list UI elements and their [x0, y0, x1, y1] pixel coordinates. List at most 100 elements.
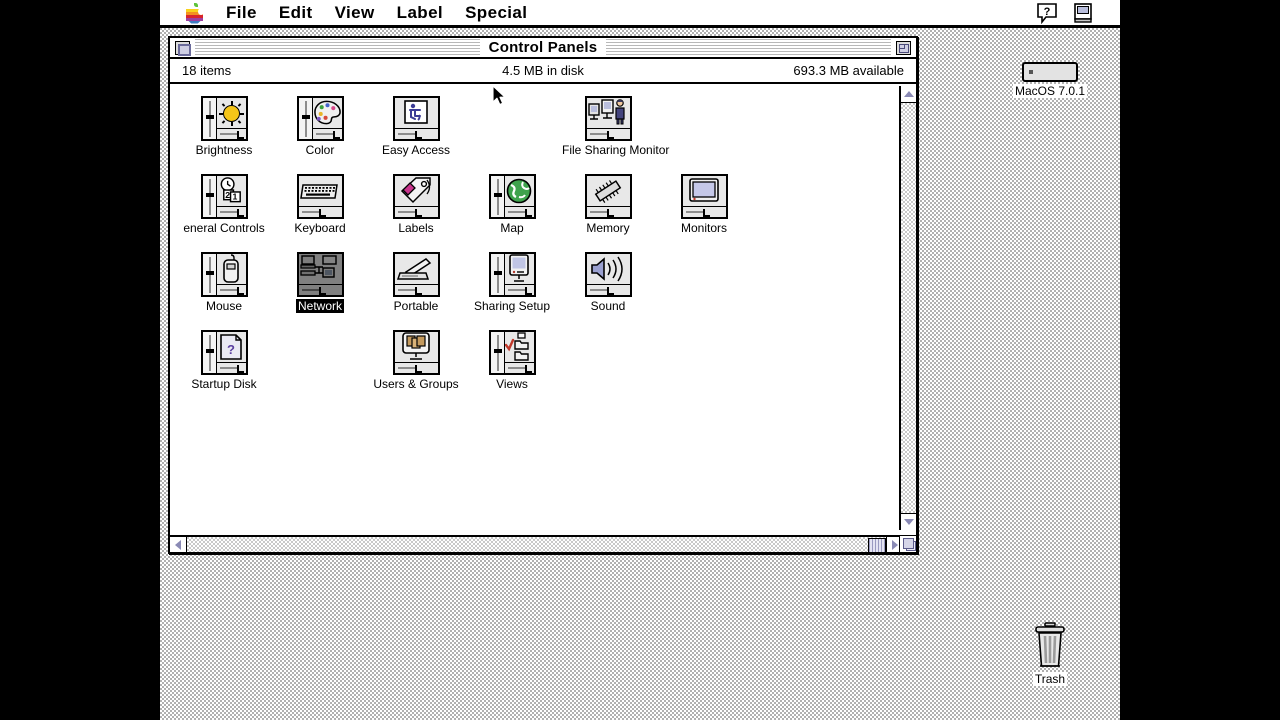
memory-icon — [584, 174, 632, 219]
desktop-icon-hard-disk[interactable]: MacOS 7.0.1 — [1005, 62, 1095, 100]
svg-text:1: 1 — [232, 192, 237, 202]
icon-label: Startup Disk — [189, 377, 259, 391]
icon-brightness[interactable]: Brightness — [176, 96, 272, 159]
grow-box-handle[interactable] — [899, 535, 916, 552]
menu-edit[interactable]: Edit — [268, 0, 324, 25]
icon-label: Brightness — [193, 143, 255, 157]
icon-sound[interactable]: Sound — [560, 252, 656, 315]
icon-network[interactable]: Network — [272, 252, 368, 315]
apple-menu-button[interactable] — [160, 2, 215, 24]
mac-desktop: File Edit View Label Special ? MacOS 7.0… — [160, 0, 1120, 720]
disk-used-label: 4.5 MB in disk — [502, 63, 584, 78]
icon-monitors[interactable]: Monitors — [656, 174, 752, 237]
menu-label[interactable]: Label — [386, 0, 454, 25]
keyboard-icon — [296, 174, 344, 219]
icon-mouse[interactable]: Mouse — [176, 252, 272, 315]
icon-grid-area[interactable]: Brightness Color Easy Access File Sharin… — [170, 86, 886, 530]
horizontal-scroll-track[interactable] — [187, 537, 886, 552]
menu-bar-items: File Edit View Label Special — [160, 0, 538, 25]
icon-general-controls[interactable]: 2 1 eneral Controls — [176, 174, 272, 237]
icon-labels[interactable]: Labels — [368, 174, 464, 237]
icon-keyboard[interactable]: Keyboard — [272, 174, 368, 237]
color-icon — [296, 96, 344, 141]
horizontal-scroll-thumb[interactable] — [868, 538, 886, 553]
menu-bar-status-icons: ? — [1036, 2, 1120, 24]
icon-label: Labels — [396, 221, 436, 235]
icon-portable[interactable]: Portable — [368, 252, 464, 315]
scroll-down-button[interactable] — [901, 513, 916, 530]
hard-disk-label: MacOS 7.0.1 — [1012, 84, 1088, 98]
arrow-up-icon — [903, 91, 914, 97]
views-icon — [488, 330, 536, 375]
labels-icon — [392, 174, 440, 219]
icon-label: Sharing Setup — [471, 299, 553, 313]
icon-label: Network — [295, 299, 344, 313]
arrow-down-icon — [903, 519, 914, 525]
map-icon — [488, 174, 536, 219]
zoom-box-button[interactable] — [896, 40, 911, 55]
scroll-up-button[interactable] — [901, 86, 916, 103]
horizontal-scrollbar[interactable] — [170, 535, 903, 553]
title-bar-stripes-left — [195, 38, 480, 57]
icon-label: eneral Controls — [181, 221, 267, 235]
sound-icon — [584, 252, 632, 297]
title-bar-stripes-right — [606, 38, 891, 57]
icon-label: File Sharing Monitor — [560, 143, 672, 157]
help-balloon-icon[interactable]: ? — [1036, 2, 1058, 24]
hard-disk-icon — [1022, 62, 1078, 82]
control-panels-window[interactable]: Control Panels 18 items 4.5 MB in disk 6… — [168, 36, 918, 554]
disk-available-label: 693.3 MB available — [793, 63, 904, 78]
apple-logo-icon — [186, 2, 204, 24]
mouse-icon — [200, 252, 248, 297]
item-count-label: 18 items — [182, 63, 232, 78]
arrow-left-icon — [175, 539, 181, 550]
icon-label: Portable — [391, 299, 441, 313]
scroll-left-button[interactable] — [170, 537, 187, 552]
icon-users-groups[interactable]: Users & Groups — [368, 330, 464, 393]
application-finder-icon[interactable] — [1072, 2, 1094, 24]
menu-view[interactable]: View — [324, 0, 386, 25]
icon-file-sharing-monitor[interactable]: File Sharing Monitor — [560, 96, 672, 159]
icon-label: Views — [494, 377, 530, 391]
trash-can-icon — [1030, 622, 1070, 670]
menu-special[interactable]: Special — [454, 0, 538, 25]
window-status-bar: 18 items 4.5 MB in disk 693.3 MB availab… — [170, 59, 916, 84]
icon-memory[interactable]: Memory — [560, 174, 656, 237]
icon-label: Map — [498, 221, 526, 235]
icon-label: Color — [303, 143, 337, 157]
close-box-button[interactable] — [175, 40, 191, 56]
desktop-icon-trash[interactable]: Trash — [1005, 622, 1095, 688]
easy-access-icon — [392, 96, 440, 141]
icon-views[interactable]: Views — [464, 330, 560, 393]
icon-label: Sound — [588, 299, 628, 313]
sharing-setup-icon — [488, 252, 536, 297]
icon-label: Users & Groups — [371, 377, 461, 391]
icon-map[interactable]: Map — [464, 174, 560, 237]
window-title-bar[interactable]: Control Panels — [170, 38, 916, 59]
vertical-scroll-track[interactable] — [901, 103, 916, 513]
users-groups-icon — [392, 330, 440, 375]
svg-text:2: 2 — [225, 190, 230, 200]
menu-file[interactable]: File — [215, 0, 268, 25]
svg-text:?: ? — [1044, 6, 1051, 18]
icon-startup-disk[interactable]: ? Startup Disk — [176, 330, 272, 393]
brightness-icon — [200, 96, 248, 141]
vertical-scrollbar[interactable] — [899, 86, 916, 530]
icon-label: Memory — [584, 221, 632, 235]
menu-bar: File Edit View Label Special ? — [160, 0, 1120, 28]
portable-icon — [392, 252, 440, 297]
svg-text:?: ? — [227, 342, 235, 357]
icon-color[interactable]: Color — [272, 96, 368, 159]
monitors-icon — [680, 174, 728, 219]
arrow-right-icon — [892, 539, 898, 550]
startup-disk-icon: ? — [200, 330, 248, 375]
icon-easy-access[interactable]: Easy Access — [368, 96, 464, 159]
icon-label: Keyboard — [292, 221, 348, 235]
icon-label: Easy Access — [379, 143, 453, 157]
general-controls-icon: 2 1 — [200, 174, 248, 219]
window-title: Control Panels — [479, 38, 607, 57]
icon-sharing-setup[interactable]: Sharing Setup — [464, 252, 560, 315]
icon-label: Mouse — [203, 299, 245, 313]
trash-label: Trash — [1032, 672, 1068, 686]
file-sharing-monitor-icon — [584, 96, 632, 141]
